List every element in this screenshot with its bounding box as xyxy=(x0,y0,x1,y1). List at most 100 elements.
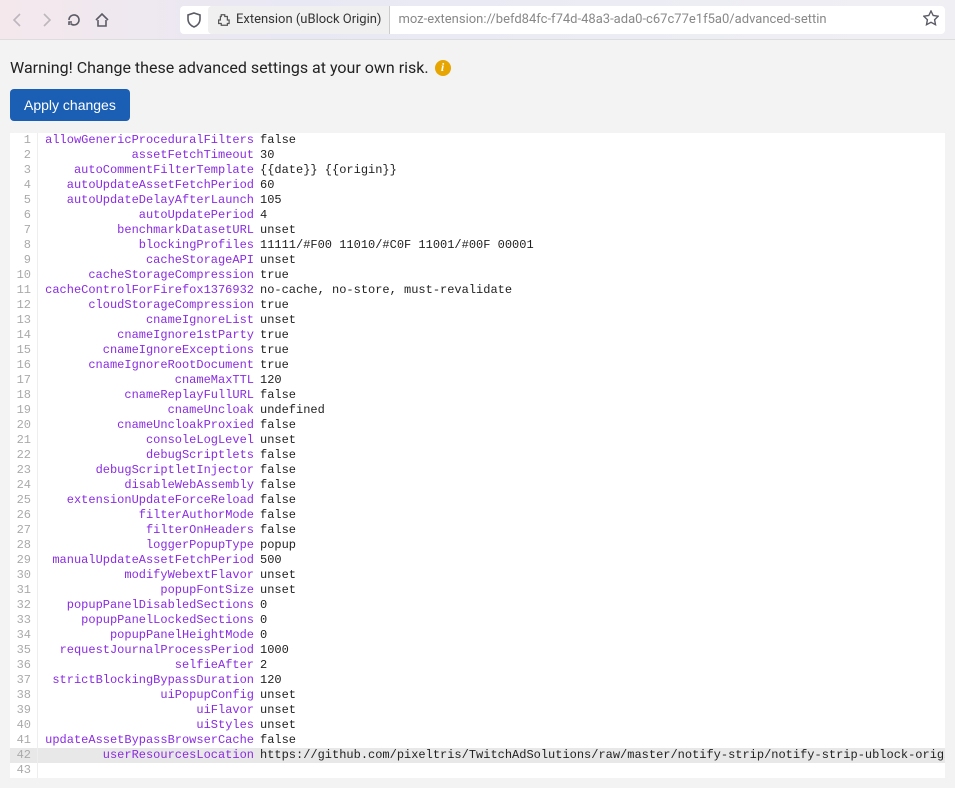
setting-value: false xyxy=(260,388,296,403)
editor-line[interactable]: 1allowGenericProceduralFiltersfalse xyxy=(10,133,945,148)
editor-line[interactable]: 17cnameMaxTTL120 xyxy=(10,373,945,388)
line-number: 6 xyxy=(10,208,38,223)
home-button[interactable] xyxy=(94,12,110,28)
settings-editor[interactable]: 1allowGenericProceduralFiltersfalse2asse… xyxy=(10,133,945,778)
address-bar[interactable]: Extension (uBlock Origin) moz-extension:… xyxy=(180,6,945,34)
editor-line[interactable]: 19cnameUncloakundefined xyxy=(10,403,945,418)
setting-key: cnameReplayFullURL xyxy=(44,388,254,403)
editor-line[interactable]: 18 cnameReplayFullURL false xyxy=(10,388,945,403)
setting-value: 500 xyxy=(260,553,282,568)
url-identity[interactable]: Extension (uBlock Origin) xyxy=(208,6,390,34)
line-number: 25 xyxy=(10,493,38,508)
line-number: 10 xyxy=(10,268,38,283)
line-number: 34 xyxy=(10,628,38,643)
line-number: 39 xyxy=(10,703,38,718)
editor-line[interactable]: 36selfieAfter2 xyxy=(10,658,945,673)
line-number: 2 xyxy=(10,148,38,163)
line-number: 27 xyxy=(10,523,38,538)
setting-value: unset xyxy=(260,223,296,238)
line-code: cacheStorageCompressiontrue xyxy=(38,268,289,283)
shield-icon[interactable] xyxy=(186,12,202,28)
editor-line[interactable]: 15cnameIgnoreExceptionstrue xyxy=(10,343,945,358)
editor-line[interactable]: 20cnameUncloakProxiedfalse xyxy=(10,418,945,433)
editor-line[interactable]: 34popupPanelHeightMode0 xyxy=(10,628,945,643)
bookmark-star-icon[interactable] xyxy=(917,10,945,30)
line-number: 20 xyxy=(10,418,38,433)
forward-button[interactable] xyxy=(38,12,54,28)
editor-line[interactable]: 35requestJournalProcessPeriod1000 xyxy=(10,643,945,658)
editor-line[interactable]: 29manualUpdateAssetFetchPeriod500 xyxy=(10,553,945,568)
editor-line[interactable]: 33popupPanelLockedSections0 xyxy=(10,613,945,628)
editor-line[interactable]: 31popupFontSizeunset xyxy=(10,583,945,598)
extension-icon xyxy=(216,13,230,27)
line-code: disableWebAssemblyfalse xyxy=(38,478,296,493)
line-number: 18 xyxy=(10,388,38,403)
line-number: 40 xyxy=(10,718,38,733)
setting-key: cacheStorageCompression xyxy=(44,268,254,283)
line-number: 13 xyxy=(10,313,38,328)
line-code: autoUpdatePeriod4 xyxy=(38,208,267,223)
editor-line[interactable]: 23debugScriptletInjectorfalse xyxy=(10,463,945,478)
editor-line[interactable]: 14cnameIgnore1stPartytrue xyxy=(10,328,945,343)
setting-key: autoUpdateDelayAfterLaunch xyxy=(44,193,254,208)
editor-line[interactable]: 43 xyxy=(10,763,945,778)
line-number: 3 xyxy=(10,163,38,178)
editor-line[interactable]: 24disableWebAssemblyfalse xyxy=(10,478,945,493)
line-code: cacheStorageAPIunset xyxy=(38,253,296,268)
editor-line[interactable]: 21consoleLogLevelunset xyxy=(10,433,945,448)
editor-line[interactable]: 4autoUpdateAssetFetchPeriod60 xyxy=(10,178,945,193)
setting-value: unset xyxy=(260,688,296,703)
editor-line[interactable]: 5autoUpdateDelayAfterLaunch105 xyxy=(10,193,945,208)
line-number: 5 xyxy=(10,193,38,208)
editor-line[interactable]: 41updateAssetBypassBrowserCachefalse xyxy=(10,733,945,748)
line-number: 21 xyxy=(10,433,38,448)
editor-line[interactable]: 9cacheStorageAPIunset xyxy=(10,253,945,268)
editor-line[interactable]: 12cloudStorageCompressiontrue xyxy=(10,298,945,313)
line-number: 7 xyxy=(10,223,38,238)
editor-line[interactable]: 30modifyWebextFlavorunset xyxy=(10,568,945,583)
line-number: 26 xyxy=(10,508,38,523)
editor-line[interactable]: 3autoCommentFilterTemplate{{date}} {{ori… xyxy=(10,163,945,178)
reload-button[interactable] xyxy=(66,12,82,28)
line-code: cnameReplayFullURL false xyxy=(38,388,296,403)
line-code: uiFlavorunset xyxy=(38,703,296,718)
setting-value: no-cache, no-store, must-revalidate xyxy=(260,283,512,298)
line-code: cnameMaxTTL120 xyxy=(38,373,282,388)
nav-buttons xyxy=(10,12,110,28)
editor-line[interactable]: 10cacheStorageCompressiontrue xyxy=(10,268,945,283)
setting-value: 4 xyxy=(260,208,267,223)
line-number: 12 xyxy=(10,298,38,313)
editor-line[interactable]: 28loggerPopupTypepopup xyxy=(10,538,945,553)
line-code: cnameIgnore1stPartytrue xyxy=(38,328,289,343)
editor-line[interactable]: 27filterOnHeadersfalse xyxy=(10,523,945,538)
editor-line[interactable]: 16cnameIgnoreRootDocumenttrue xyxy=(10,358,945,373)
setting-value: false xyxy=(260,133,296,148)
info-icon[interactable]: i xyxy=(435,60,451,76)
editor-line[interactable]: 38uiPopupConfigunset xyxy=(10,688,945,703)
editor-line[interactable]: 42userResourcesLocationhttps://github.co… xyxy=(10,748,945,763)
back-button[interactable] xyxy=(10,12,26,28)
line-number: 22 xyxy=(10,448,38,463)
line-number: 15 xyxy=(10,343,38,358)
line-code: modifyWebextFlavorunset xyxy=(38,568,296,583)
editor-line[interactable]: 32popupPanelDisabledSections0 xyxy=(10,598,945,613)
editor-line[interactable]: 25extensionUpdateForceReloadfalse xyxy=(10,493,945,508)
editor-line[interactable]: 39uiFlavorunset xyxy=(10,703,945,718)
editor-line[interactable]: 13cnameIgnoreListunset xyxy=(10,313,945,328)
apply-changes-button[interactable]: Apply changes xyxy=(10,89,130,121)
setting-key: filterOnHeaders xyxy=(44,523,254,538)
editor-line[interactable]: 37strictBlockingBypassDuration120 xyxy=(10,673,945,688)
editor-line[interactable]: 11cacheControlForFirefox1376932no-cache,… xyxy=(10,283,945,298)
editor-line[interactable]: 8blockingProfiles11111/#F00 11010/#C0F 1… xyxy=(10,238,945,253)
editor-line[interactable]: 40uiStylesunset xyxy=(10,718,945,733)
line-code: blockingProfiles11111/#F00 11010/#C0F 11… xyxy=(38,238,534,253)
line-number: 16 xyxy=(10,358,38,373)
editor-line[interactable]: 22debugScriptletsfalse xyxy=(10,448,945,463)
editor-line[interactable]: 6autoUpdatePeriod4 xyxy=(10,208,945,223)
editor-line[interactable]: 2assetFetchTimeout30 xyxy=(10,148,945,163)
line-code: updateAssetBypassBrowserCachefalse xyxy=(38,733,296,748)
editor-line[interactable]: 26filterAuthorModefalse xyxy=(10,508,945,523)
line-code: cnameIgnoreListunset xyxy=(38,313,296,328)
setting-key: filterAuthorMode xyxy=(44,508,254,523)
editor-line[interactable]: 7benchmarkDatasetURLunset xyxy=(10,223,945,238)
